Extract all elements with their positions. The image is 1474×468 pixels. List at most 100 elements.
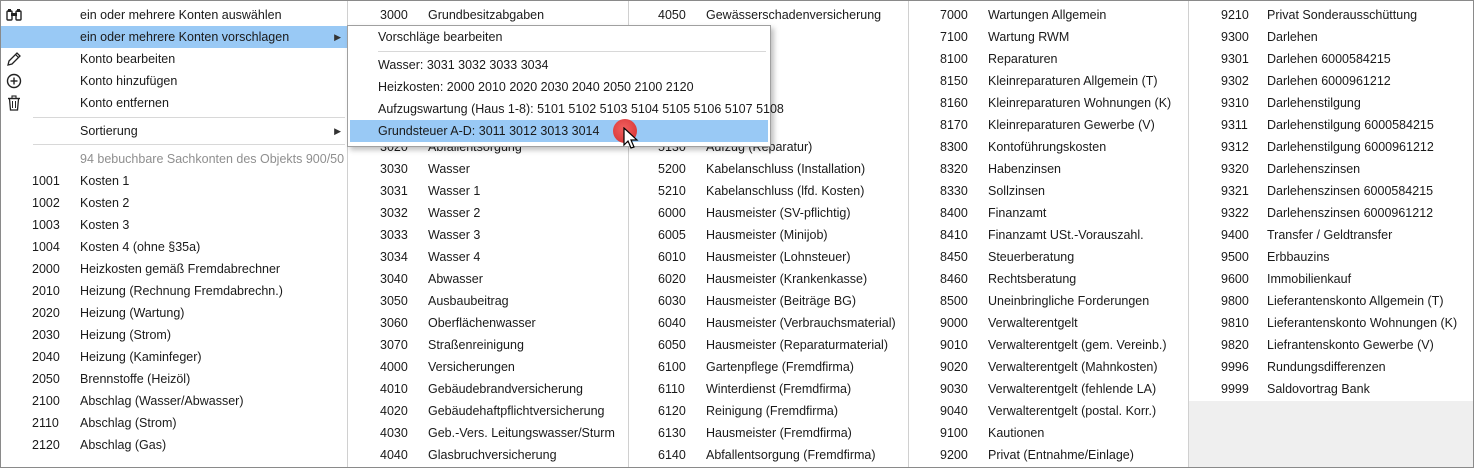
account-row[interactable]: 4050 Gewässerschadenversicherung bbox=[629, 4, 908, 26]
account-row[interactable]: 9996 Rundungsdifferenzen bbox=[1189, 356, 1473, 378]
account-row[interactable]: 3033 Wasser 3 bbox=[348, 224, 628, 246]
account-row[interactable]: 5200 Kabelanschluss (Installation) bbox=[629, 158, 908, 180]
account-row[interactable]: 9302 Darlehen 6000961212 bbox=[1189, 70, 1473, 92]
account-row[interactable]: 3050 Ausbaubeitrag bbox=[348, 290, 628, 312]
account-row[interactable]: 2040 Heizung (Kaminfeger) bbox=[1, 346, 347, 368]
account-row[interactable]: 6005 Hausmeister (Minijob) bbox=[629, 224, 908, 246]
account-row[interactable]: 8170 Kleinreparaturen Gewerbe (V) bbox=[909, 114, 1188, 136]
account-row[interactable]: 1002 Kosten 2 bbox=[1, 192, 347, 214]
account-number: 9302 bbox=[1221, 74, 1249, 88]
account-row[interactable]: 9310 Darlehenstilgung bbox=[1189, 92, 1473, 114]
account-row[interactable]: 2000 Heizkosten gemäß Fremdabrechner bbox=[1, 258, 347, 280]
account-row[interactable]: 4030 Geb.-Vers. Leitungswasser/Sturm bbox=[348, 422, 628, 444]
account-row[interactable]: 3030 Wasser bbox=[348, 158, 628, 180]
account-row[interactable]: 6040 Hausmeister (Verbrauchsmaterial) bbox=[629, 312, 908, 334]
menu-item-add-account[interactable]: Konto hinzufügen bbox=[1, 70, 347, 92]
account-name: Abfallentsorgung (Fremdfirma) bbox=[706, 448, 876, 462]
account-row[interactable]: 6140 Abfallentsorgung (Fremdfirma) bbox=[629, 444, 908, 466]
account-row[interactable]: 9321 Darlehenszinsen 6000584215 bbox=[1189, 180, 1473, 202]
account-row[interactable]: 9300 Darlehen bbox=[1189, 26, 1473, 48]
account-row[interactable]: 6030 Hausmeister (Beiträge BG) bbox=[629, 290, 908, 312]
account-row[interactable]: 8410 Finanzamt USt.-Vorauszahl. bbox=[909, 224, 1188, 246]
account-row[interactable]: 8320 Habenzinsen bbox=[909, 158, 1188, 180]
account-row[interactable]: 9000 Verwalterentgelt bbox=[909, 312, 1188, 334]
account-row[interactable]: 8330 Sollzinsen bbox=[909, 180, 1188, 202]
account-row[interactable]: 7000 Wartungen Allgemein bbox=[909, 4, 1188, 26]
account-row[interactable]: 2110 Abschlag (Strom) bbox=[1, 412, 347, 434]
account-row[interactable]: 2030 Heizung (Strom) bbox=[1, 324, 347, 346]
account-row[interactable]: 6120 Reinigung (Fremdfirma) bbox=[629, 400, 908, 422]
account-row[interactable]: 9100 Kautionen bbox=[909, 422, 1188, 444]
account-row[interactable]: 1004 Kosten 4 (ohne §35a) bbox=[1, 236, 347, 258]
account-number: 7100 bbox=[940, 30, 968, 44]
submenu-item-heating[interactable]: Heizkosten: 2000 2010 2020 2030 2040 205… bbox=[348, 76, 770, 98]
account-row[interactable]: 8450 Steuerberatung bbox=[909, 246, 1188, 268]
account-row[interactable]: 9210 Privat Sonderausschüttung bbox=[1189, 4, 1473, 26]
account-row[interactable]: 8400 Finanzamt bbox=[909, 202, 1188, 224]
account-row[interactable]: 4010 Gebäudebrandversicherung bbox=[348, 378, 628, 400]
account-row[interactable]: 1003 Kosten 3 bbox=[1, 214, 347, 236]
account-row[interactable]: 9200 Privat (Entnahme/Einlage) bbox=[909, 444, 1188, 466]
account-row[interactable]: 9311 Darlehenstilgung 6000584215 bbox=[1189, 114, 1473, 136]
account-number: 2030 bbox=[32, 328, 60, 342]
account-row[interactable]: 5210 Kabelanschluss (lfd. Kosten) bbox=[629, 180, 908, 202]
account-row[interactable]: 9999 Saldovortrag Bank bbox=[1189, 378, 1473, 400]
account-row[interactable]: 9040 Verwalterentgelt (postal. Korr.) bbox=[909, 400, 1188, 422]
menu-item-suggest-accounts[interactable]: ein oder mehrere Konten vorschlagen ▶ bbox=[1, 26, 347, 48]
menu-item-sort[interactable]: Sortierung ▶ bbox=[1, 120, 347, 142]
account-row[interactable]: 6130 Hausmeister (Fremdfirma) bbox=[629, 422, 908, 444]
account-row[interactable]: 4000 Versicherungen bbox=[348, 356, 628, 378]
account-row[interactable]: 9400 Transfer / Geldtransfer bbox=[1189, 224, 1473, 246]
account-row[interactable]: 8100 Reparaturen bbox=[909, 48, 1188, 70]
account-row[interactable]: 8300 Kontoführungskosten bbox=[909, 136, 1188, 158]
account-row[interactable]: 1001 Kosten 1 bbox=[1, 170, 347, 192]
account-row[interactable]: 6100 Gartenpflege (Fremdfirma) bbox=[629, 356, 908, 378]
account-row[interactable]: 9500 Erbbauzins bbox=[1189, 246, 1473, 268]
account-row[interactable]: 6020 Hausmeister (Krankenkasse) bbox=[629, 268, 908, 290]
account-row[interactable]: 9010 Verwalterentgelt (gem. Vereinb.) bbox=[909, 334, 1188, 356]
submenu-item-edit-suggestions[interactable]: Vorschläge bearbeiten bbox=[348, 26, 770, 48]
account-row[interactable]: 3031 Wasser 1 bbox=[348, 180, 628, 202]
account-row[interactable]: 2100 Abschlag (Wasser/Abwasser) bbox=[1, 390, 347, 412]
account-row[interactable]: 3034 Wasser 4 bbox=[348, 246, 628, 268]
account-row[interactable]: 6010 Hausmeister (Lohnsteuer) bbox=[629, 246, 908, 268]
account-row[interactable]: 9320 Darlehenszinsen bbox=[1189, 158, 1473, 180]
account-row[interactable]: 2120 Abschlag (Gas) bbox=[1, 434, 347, 456]
account-row[interactable]: 9322 Darlehenszinsen 6000961212 bbox=[1189, 202, 1473, 224]
submenu-item-label: Heizkosten: 2000 2010 2020 2030 2040 205… bbox=[378, 80, 694, 94]
submenu-item-elevator[interactable]: Aufzugswartung (Haus 1-8): 5101 5102 510… bbox=[348, 98, 784, 120]
account-row[interactable]: 3060 Oberflächenwasser bbox=[348, 312, 628, 334]
account-row[interactable]: 9820 Liefrantenskonto Gewerbe (V) bbox=[1189, 334, 1473, 356]
account-row[interactable]: 9020 Verwalterentgelt (Mahnkosten) bbox=[909, 356, 1188, 378]
account-row[interactable]: 9030 Verwalterentgelt (fehlende LA) bbox=[909, 378, 1188, 400]
account-row[interactable]: 2050 Brennstoffe (Heizöl) bbox=[1, 368, 347, 390]
account-row[interactable]: 8500 Uneinbringliche Forderungen bbox=[909, 290, 1188, 312]
account-row[interactable]: 2010 Heizung (Rechnung Fremdabrechn.) bbox=[1, 280, 347, 302]
account-row[interactable]: 9800 Lieferantenskonto Allgemein (T) bbox=[1189, 290, 1473, 312]
account-row[interactable]: 3070 Straßenreinigung bbox=[348, 334, 628, 356]
account-row[interactable]: 4020 Gebäudehaftpflichtversicherung bbox=[348, 400, 628, 422]
account-row[interactable]: 9810 Lieferantenskonto Wohnungen (K) bbox=[1189, 312, 1473, 334]
account-row[interactable]: 3032 Wasser 2 bbox=[348, 202, 628, 224]
account-row[interactable]: 9312 Darlehenstilgung 6000961212 bbox=[1189, 136, 1473, 158]
account-row[interactable]: 9301 Darlehen 6000584215 bbox=[1189, 48, 1473, 70]
menu-item-edit-account[interactable]: Konto bearbeiten bbox=[1, 48, 347, 70]
account-row[interactable]: 8460 Rechtsberatung bbox=[909, 268, 1188, 290]
account-row[interactable]: 2020 Heizung (Wartung) bbox=[1, 302, 347, 324]
account-row[interactable]: 6050 Hausmeister (Reparaturmaterial) bbox=[629, 334, 908, 356]
account-name: Darlehen 6000961212 bbox=[1267, 74, 1391, 88]
account-row[interactable]: 6110 Winterdienst (Fremdfirma) bbox=[629, 378, 908, 400]
account-row[interactable]: 3000 Grundbesitzabgaben bbox=[348, 4, 628, 26]
menu-item-remove-account[interactable]: Konto entfernen bbox=[1, 92, 347, 114]
menu-item-select-accounts[interactable]: ein oder mehrere Konten auswählen bbox=[1, 4, 347, 26]
account-row[interactable]: 8150 Kleinreparaturen Allgemein (T) bbox=[909, 70, 1188, 92]
account-row[interactable]: 3040 Abwasser bbox=[348, 268, 628, 290]
submenu-item-water[interactable]: Wasser: 3031 3032 3033 3034 bbox=[348, 54, 770, 76]
account-row[interactable]: 8160 Kleinreparaturen Wohnungen (K) bbox=[909, 92, 1188, 114]
account-row[interactable]: 4040 Glasbruchversicherung bbox=[348, 444, 628, 466]
submenu-item-property-tax[interactable]: Grundsteuer A-D: 3011 3012 3013 3014 bbox=[350, 120, 768, 142]
account-row[interactable]: 9600 Immobilienkauf bbox=[1189, 268, 1473, 290]
account-row[interactable]: 6000 Hausmeister (SV-pflichtig) bbox=[629, 202, 908, 224]
account-name: Finanzamt bbox=[988, 206, 1047, 220]
account-row[interactable]: 7100 Wartung RWM bbox=[909, 26, 1188, 48]
